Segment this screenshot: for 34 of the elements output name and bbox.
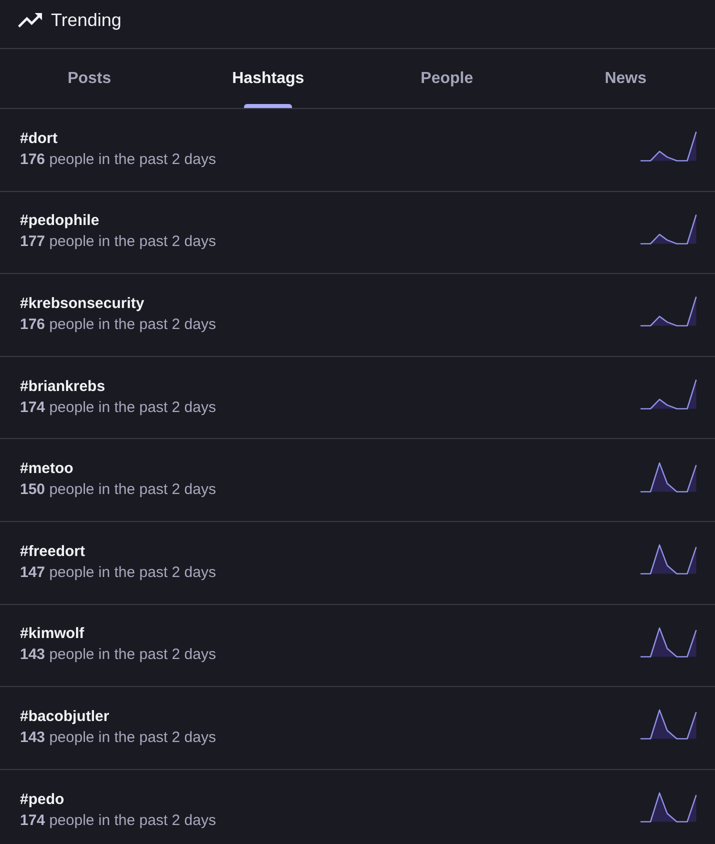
hashtag-link[interactable]: #dort [20, 128, 58, 149]
tab[interactable]: People [358, 49, 536, 108]
selected-tab-indicator [244, 104, 292, 108]
tab[interactable]: Hashtags [178, 49, 358, 108]
hashtag-link[interactable]: #krebsonsecurity [20, 294, 144, 314]
sparkline-drawing [640, 212, 697, 245]
hashtag-link[interactable]: #pedo [20, 790, 64, 810]
people-count-text: 174 people in the past 2 days [20, 810, 216, 831]
hashtag-link[interactable]: #bacobjutler [20, 706, 110, 727]
trending-up-icon [18, 13, 42, 28]
people-count-text: 174 people in the past 2 days [20, 398, 216, 418]
sparkline-drawing [640, 295, 697, 328]
hashtag-link[interactable]: #freedort [20, 542, 86, 562]
hashtag-link[interactable]: #metoo [20, 459, 74, 480]
sparkline-drawing [640, 543, 697, 576]
tab[interactable]: Posts [0, 49, 179, 108]
sparkline-drawing [640, 378, 697, 410]
hashtag-link[interactable]: #pedophile [20, 211, 100, 232]
hashtag-link[interactable]: #briankrebs [20, 376, 106, 397]
people-count-text: 143 people in the past 2 days [20, 728, 216, 748]
sparkline-drawing [640, 460, 697, 493]
sparkline-drawing [640, 791, 697, 824]
header-title: Trending [51, 9, 122, 32]
people-count-text: 176 people in the past 2 days [20, 150, 216, 170]
people-count-text: 177 people in the past 2 days [20, 232, 216, 252]
sparkline-drawing [640, 708, 697, 740]
people-count-text: 143 people in the past 2 days [20, 645, 216, 666]
people-count-text: 176 people in the past 2 days [20, 314, 216, 335]
hashtag-link[interactable]: #kimwolf [20, 624, 84, 644]
sparkline-drawing [640, 130, 697, 162]
people-count-text: 150 people in the past 2 days [20, 480, 216, 500]
tab[interactable]: News [536, 49, 715, 108]
sparkline-drawing [640, 626, 697, 658]
people-count-text: 147 people in the past 2 days [20, 562, 216, 583]
